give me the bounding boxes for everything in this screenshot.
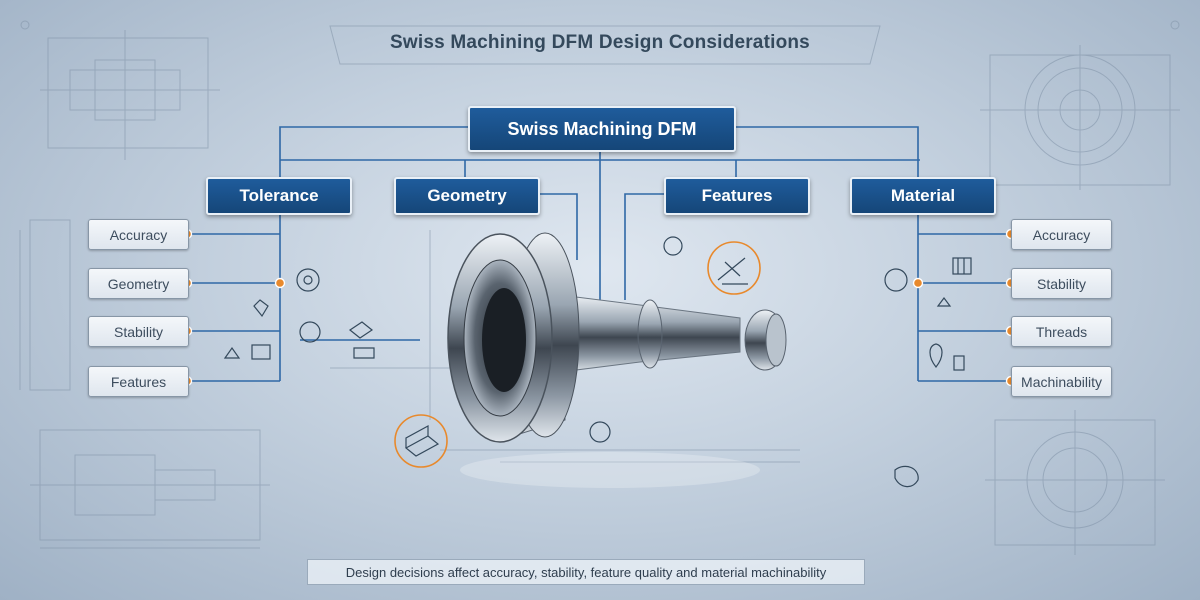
category-node-tolerance: Tolerance	[206, 177, 352, 215]
category-node-geometry: Geometry	[394, 177, 540, 215]
left-item-features: Features	[88, 366, 189, 397]
gear-icon	[296, 236, 908, 443]
right-item-machinability: Machinability	[1011, 366, 1112, 397]
caption-box: Design decisions affect accuracy, stabil…	[307, 559, 865, 585]
thread-icon	[223, 257, 972, 371]
feature-icons	[223, 236, 972, 488]
lathe-icon	[394, 414, 448, 468]
right-item-threads: Threads	[1011, 316, 1112, 347]
category-node-material: Material	[850, 177, 996, 215]
category-node-features: Features	[664, 177, 810, 215]
page-title: Swiss Machining DFM Design Consideration…	[390, 32, 810, 53]
tool-icon	[707, 241, 761, 295]
location-pin-icon	[253, 299, 943, 488]
right-item-accuracy: Accuracy	[1011, 219, 1112, 250]
caption-text: Design decisions affect accuracy, stabil…	[345, 564, 827, 580]
root-node: Swiss Machining DFM	[468, 106, 736, 152]
left-item-geometry: Geometry	[88, 268, 189, 299]
right-item-stability: Stability	[1011, 268, 1112, 299]
left-item-accuracy: Accuracy	[88, 219, 189, 250]
left-item-stability: Stability	[88, 316, 189, 347]
